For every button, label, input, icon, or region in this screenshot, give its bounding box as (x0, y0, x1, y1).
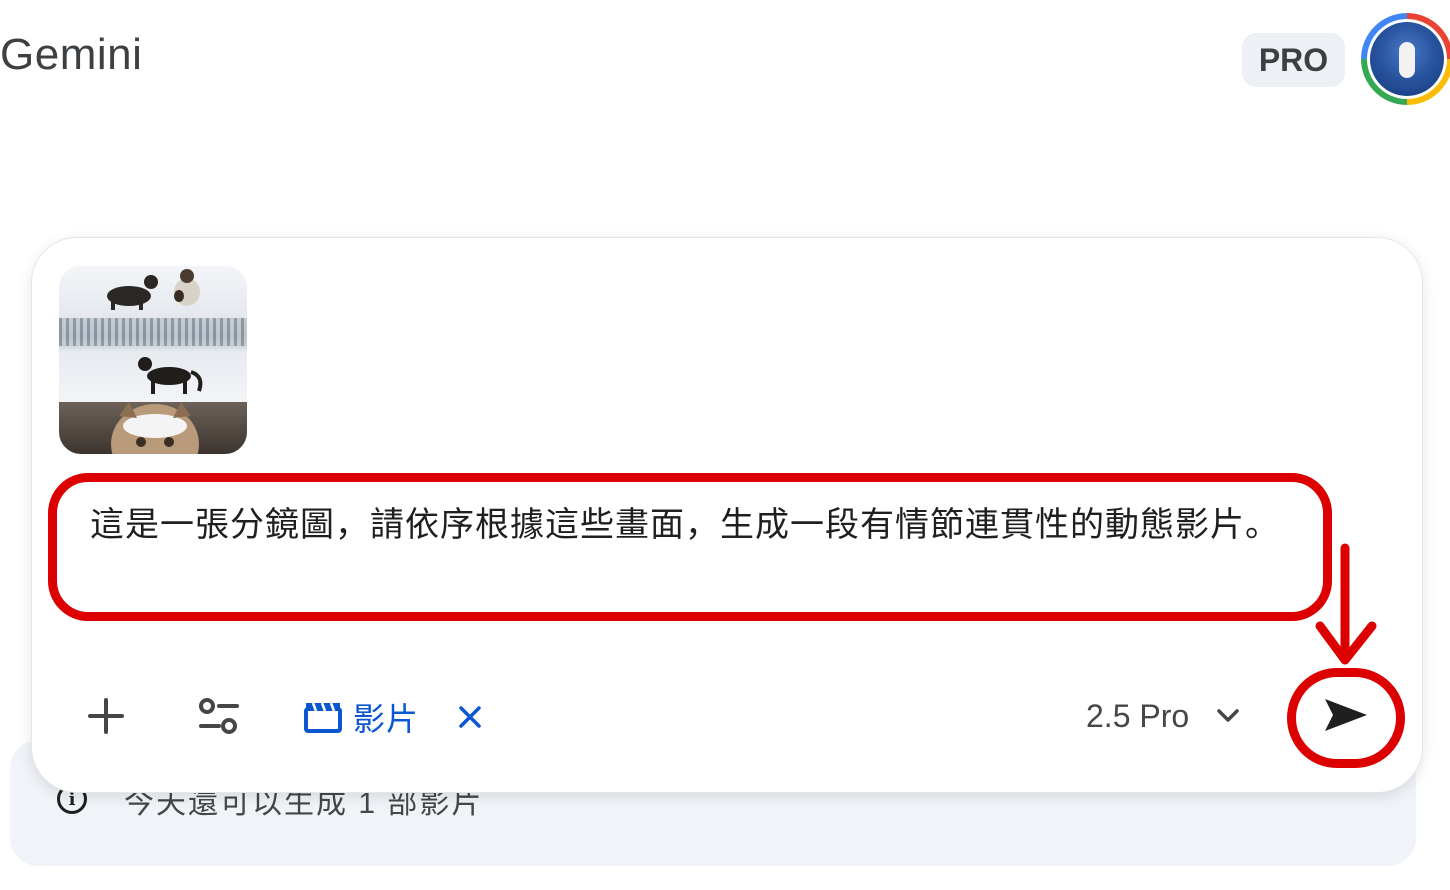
add-attachment-button[interactable] (82, 692, 130, 740)
video-mode-chip[interactable]: 影片 (303, 692, 419, 742)
annotation-highlight-send (1287, 668, 1405, 768)
plus-icon (88, 698, 124, 734)
model-selector[interactable]: 2.5 Pro (1086, 694, 1241, 738)
avatar-button[interactable] (1361, 13, 1450, 105)
attached-image-thumbnail[interactable] (59, 266, 247, 454)
annotation-highlight-prompt (48, 473, 1332, 621)
video-chip-close-button[interactable] (456, 704, 484, 732)
clapperboard-icon (304, 702, 342, 733)
storyboard-cats-illustration (107, 269, 203, 454)
avatar (1367, 19, 1447, 99)
tools-button[interactable] (196, 694, 242, 738)
video-chip-label: 影片 (353, 701, 420, 737)
annotation-arrow (1315, 543, 1377, 665)
avatar-image (1370, 22, 1444, 96)
chevron-down-icon (1217, 709, 1239, 722)
tune-icon (199, 698, 239, 734)
avatar-figure (1399, 42, 1415, 78)
app-title[interactable]: Gemini (0, 30, 142, 80)
model-label: 2.5 Pro (1086, 697, 1190, 734)
close-icon (459, 706, 481, 728)
pro-badge[interactable]: PRO (1242, 33, 1345, 87)
